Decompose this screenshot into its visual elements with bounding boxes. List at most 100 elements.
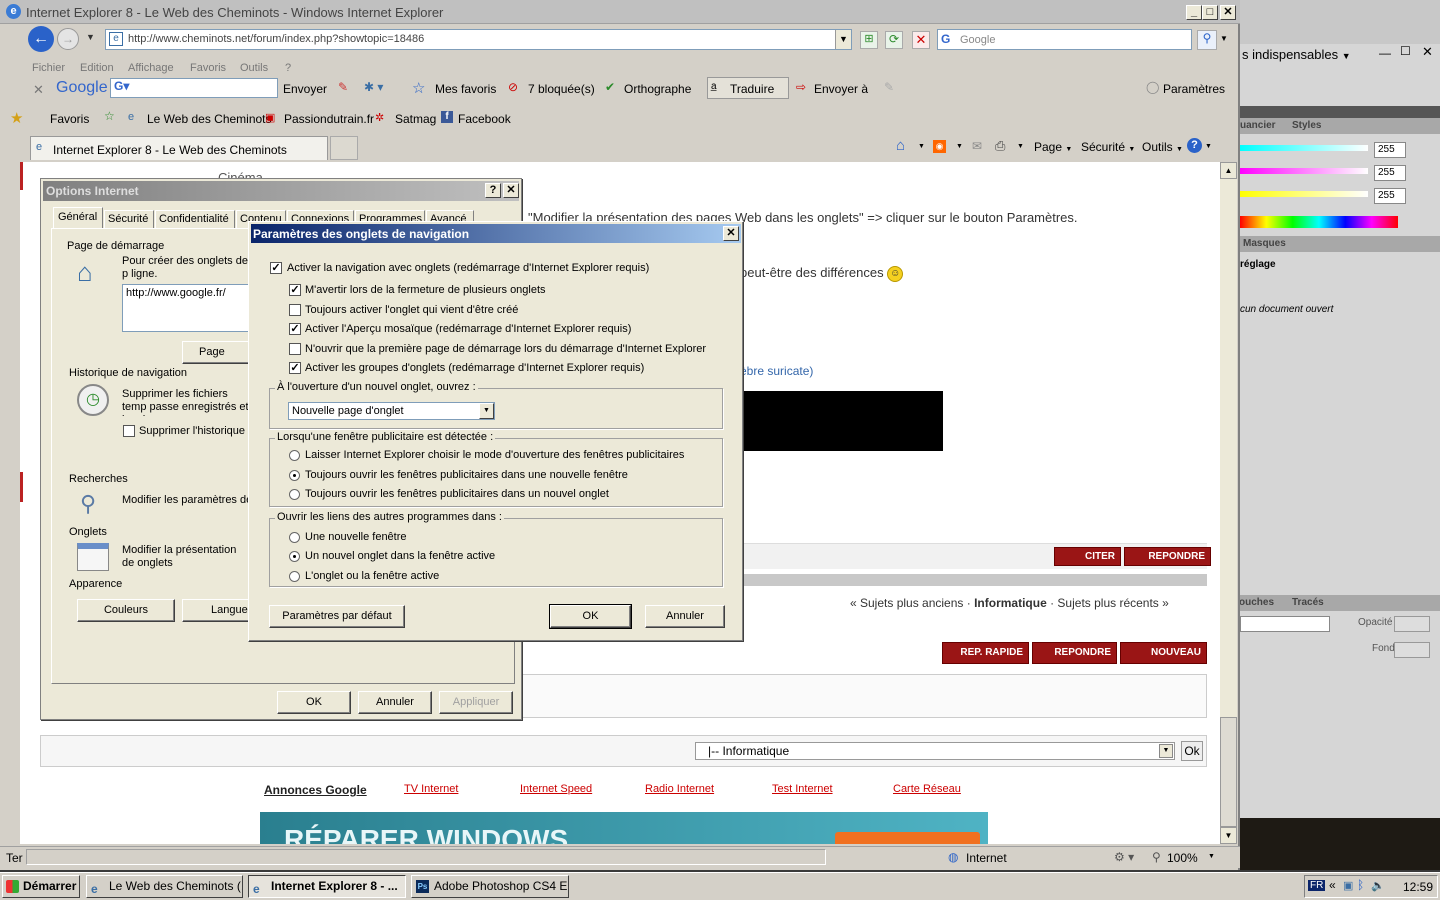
ad-link-radio[interactable]: Radio Internet [645, 783, 714, 795]
option-checkbox-4[interactable] [289, 343, 301, 355]
tools-icon[interactable]: ✎ [338, 80, 348, 94]
close-toolbar-icon[interactable]: ✕ [33, 82, 44, 98]
tab-settings-cancel-button[interactable]: Annuler [645, 605, 725, 628]
scroll-up-icon[interactable]: ▲ [1220, 162, 1237, 179]
history-dropdown-icon[interactable]: ▼ [86, 32, 95, 42]
forum-jump-select[interactable]: |-- Informatique ▼ [695, 742, 1175, 760]
rss-dropdown-icon[interactable]: ▼ [956, 143, 963, 150]
zoom-level[interactable]: 100% [1167, 851, 1198, 865]
browser-tab[interactable]: e Internet Explorer 8 - Le Web des Chemi… [30, 136, 328, 160]
delete-history-checkbox[interactable] [123, 425, 135, 437]
help-dropdown-icon[interactable]: ▼ [1205, 143, 1212, 150]
star-icon[interactable]: ☆ [412, 79, 425, 97]
color-value-m[interactable]: 255 [1374, 165, 1406, 181]
tab-styles[interactable]: Styles [1292, 120, 1321, 131]
ad-link-speed[interactable]: Internet Speed [520, 783, 592, 795]
reply-button[interactable]: REPONDRE [1124, 547, 1211, 566]
scroll-thumb[interactable] [1220, 717, 1237, 827]
color-spectrum[interactable] [1240, 216, 1398, 228]
settings-icon[interactable]: ◯ [1146, 80, 1159, 94]
option-checkbox-2[interactable] [289, 304, 301, 316]
tab-masks[interactable]: Masques [1243, 238, 1286, 249]
print-icon[interactable]: ⎙ [995, 138, 1005, 154]
opacity-input[interactable] [1394, 616, 1430, 632]
tab-paths[interactable]: Tracés [1292, 597, 1324, 608]
zoom-dropdown-icon[interactable]: ▼ [1208, 853, 1215, 860]
options-apply-button[interactable]: Appliquer [439, 691, 513, 714]
menu-help[interactable]: ? [285, 62, 291, 74]
minimize-button[interactable]: _ [1186, 5, 1202, 20]
rss-icon[interactable]: ◉ [933, 140, 946, 153]
color-slider-y[interactable] [1240, 191, 1368, 197]
spellcheck-button[interactable]: Orthographe [624, 82, 691, 96]
send-to-icon[interactable]: ⇨ [796, 80, 806, 94]
menu-favorites[interactable]: Favoris [190, 62, 226, 74]
puzzle-icon[interactable]: ✱ ▾ [364, 80, 383, 94]
category-link[interactable]: Informatique [974, 596, 1047, 610]
add-favorite-icon[interactable]: ☆ [104, 109, 115, 123]
links-radio-3[interactable] [289, 571, 300, 582]
fav-link-satmag[interactable]: Satmag [395, 112, 436, 126]
newer-topics-link[interactable]: Sujets plus récents » [1057, 596, 1168, 610]
new-tab-button[interactable] [330, 136, 358, 160]
search-box[interactable]: G Google [937, 29, 1192, 50]
tray-expand-icon[interactable]: « [1329, 878, 1336, 892]
network-icon[interactable]: ▣ [1343, 879, 1353, 892]
ads-title[interactable]: Annonces Google [264, 783, 367, 797]
options-cancel-button[interactable]: Annuler [358, 691, 432, 714]
tab-settings-ok-button[interactable]: OK [549, 604, 632, 629]
menu-tools[interactable]: Outils [240, 62, 268, 74]
home-url-textarea[interactable]: http://www.google.fr/ [122, 284, 250, 332]
post-link[interactable]: èbre suricate) [740, 364, 813, 378]
restore-defaults-button[interactable]: Paramètres par défaut [269, 605, 405, 628]
popup-blocker-icon[interactable]: ⊘ [508, 80, 518, 94]
fill-input[interactable] [1394, 642, 1430, 658]
new-topic-button[interactable]: NOUVEAU [1120, 642, 1207, 664]
links-radio-2[interactable] [289, 551, 300, 562]
bluetooth-icon[interactable]: ᛒ [1357, 878, 1364, 892]
fav-link-cheminots[interactable]: Le Web des Cheminots [147, 112, 272, 126]
close-icon[interactable]: ✕ [1422, 44, 1433, 60]
close-button[interactable]: ✕ [503, 183, 519, 198]
search-icon[interactable]: ⚲ [1197, 30, 1217, 50]
start-button[interactable]: Démarrer [2, 875, 80, 898]
send-button[interactable]: Envoyer [283, 82, 327, 96]
quick-reply-button[interactable]: REP. RAPIDE [942, 642, 1029, 664]
popup-radio-3[interactable] [289, 489, 300, 500]
quote-button[interactable]: CITER [1054, 547, 1121, 566]
popup-radio-1[interactable] [289, 450, 300, 461]
color-slider-m[interactable] [1240, 168, 1368, 174]
ad-link-network[interactable]: Carte Réseau [893, 783, 961, 795]
colors-button[interactable]: Couleurs [77, 599, 175, 622]
use-current-button[interactable]: Page actue [182, 341, 250, 364]
forward-button[interactable]: → [57, 28, 79, 50]
vertical-scrollbar[interactable]: ▲ ▼ [1220, 162, 1237, 844]
language-indicator[interactable]: FR [1308, 880, 1326, 891]
links-radio-1[interactable] [289, 532, 300, 543]
my-favorites-button[interactable]: Mes favoris [435, 82, 496, 96]
option-checkbox-3[interactable]: ✓ [289, 323, 301, 335]
scroll-down-icon[interactable]: ▼ [1220, 827, 1237, 844]
taskbar-item-photoshop[interactable]: Ps Adobe Photoshop CS4 E... [411, 875, 569, 898]
address-bar[interactable]: e http://www.cheminots.net/forum/index.p… [105, 29, 852, 50]
tab-security[interactable]: Sécurité [104, 210, 154, 229]
minimize-icon[interactable]: — [1379, 46, 1391, 60]
color-slider-c[interactable] [1240, 145, 1368, 151]
menu-file[interactable]: Fichier [32, 62, 65, 74]
reply-button-2[interactable]: REPONDRE [1032, 642, 1117, 664]
color-value-c[interactable]: 255 [1374, 142, 1406, 158]
chevron-down-icon[interactable]: ▼ [835, 30, 851, 49]
tab-layers[interactable]: ouches [1239, 597, 1274, 608]
enable-tabs-checkbox[interactable]: ✓ [270, 262, 282, 274]
tab-privacy[interactable]: Confidentialité [155, 210, 235, 229]
menu-view[interactable]: Affichage [128, 62, 174, 74]
spellcheck-icon[interactable]: ✔ [605, 80, 615, 94]
languages-button[interactable]: Langues [182, 599, 250, 622]
toolbar-settings-button[interactable]: Paramètres [1163, 82, 1225, 96]
options-ok-button[interactable]: OK [277, 691, 351, 714]
newtab-select[interactable]: Nouvelle page d'onglet ▼ [288, 402, 495, 420]
home-dropdown-icon[interactable]: ▼ [918, 143, 925, 150]
volume-icon[interactable]: 🔈 [1371, 879, 1385, 892]
tab-general[interactable]: Général [53, 207, 103, 229]
mail-icon[interactable]: ✉ [972, 139, 982, 153]
